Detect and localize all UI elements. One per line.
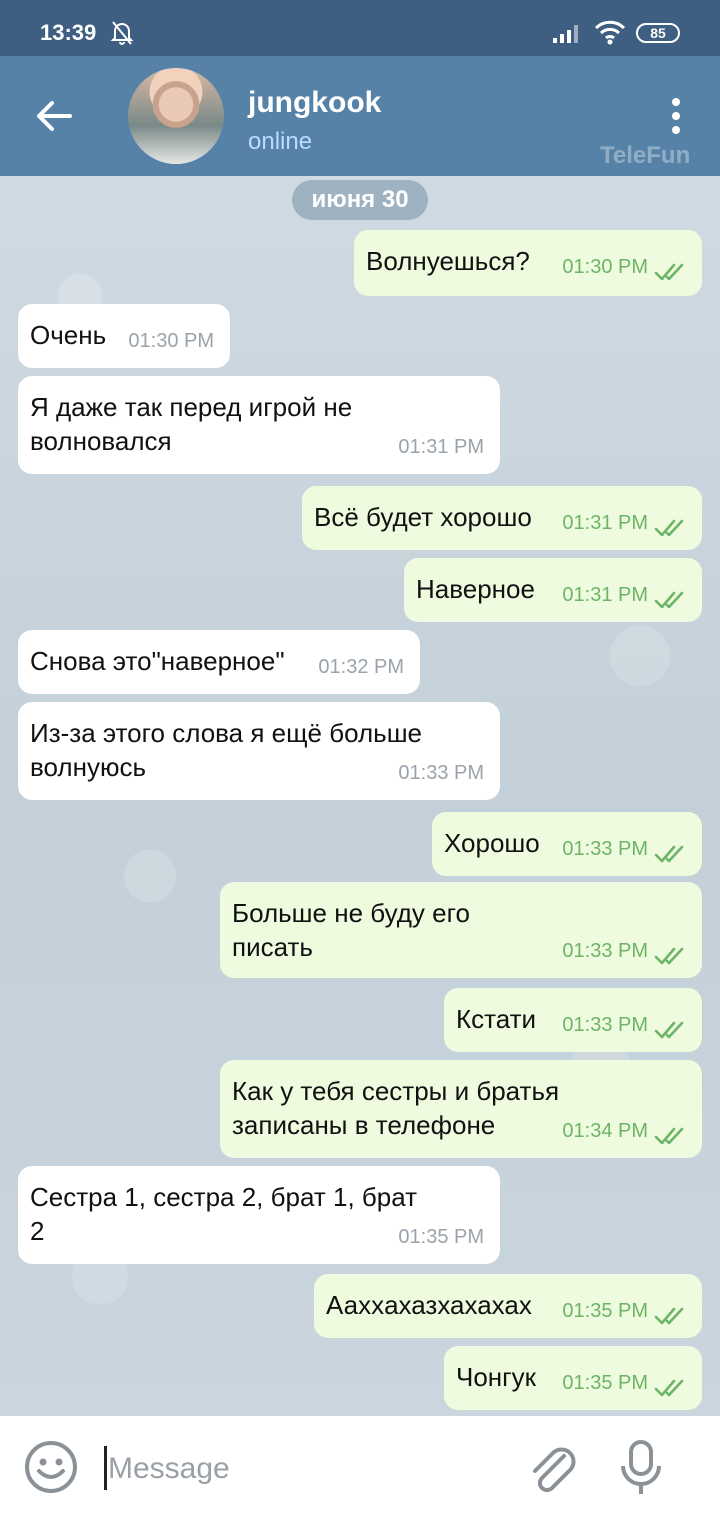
emoji-icon[interactable] bbox=[24, 1440, 78, 1494]
status-bar: 13:39 85 bbox=[0, 0, 720, 56]
message-time: 01:35 PM bbox=[562, 1300, 648, 1322]
message-text: Чонгук bbox=[456, 1360, 536, 1394]
outgoing-message[interactable]: Хорошо 01:33 PM bbox=[432, 812, 702, 876]
message-time: 01:34 PM bbox=[562, 1120, 648, 1142]
message-text: Снова это"наверное" bbox=[30, 644, 285, 678]
incoming-message[interactable]: Сестра 1, сестра 2, брат 1, брат 2 01:35 P… bbox=[18, 1166, 500, 1264]
message-text-line: 2 bbox=[30, 1216, 45, 1246]
incoming-message[interactable]: Снова это"наверное" 01:32 PM bbox=[18, 630, 420, 694]
message-time: 01:33 PM bbox=[398, 762, 484, 784]
message-text: Кстати bbox=[456, 1002, 536, 1036]
message-text: Всё будет хорошо bbox=[314, 500, 532, 534]
incoming-message[interactable]: Из-за этого слова я ещё больше волнуюсь 01… bbox=[18, 702, 500, 800]
contact-name[interactable]: jungkook bbox=[248, 86, 381, 120]
message-time: 01:32 PM bbox=[318, 656, 404, 678]
read-check-icon bbox=[654, 258, 686, 281]
watermark: TeleFun bbox=[600, 142, 691, 169]
incoming-message[interactable]: Очень 01:30 PM bbox=[18, 304, 230, 368]
message-text: Наверное bbox=[416, 572, 535, 606]
attach-icon[interactable] bbox=[526, 1438, 580, 1498]
message-time: 01:33 PM bbox=[562, 838, 648, 860]
message-text-line: Больше не буду его bbox=[232, 898, 470, 928]
read-check-icon bbox=[654, 1374, 686, 1397]
message-time: 01:35 PM bbox=[562, 1372, 648, 1394]
outgoing-message[interactable]: Кстати 01:33 PM bbox=[444, 988, 702, 1052]
read-check-icon bbox=[654, 514, 686, 537]
message-text-line: Кстати bbox=[456, 1004, 537, 1034]
message-time: 01:30 PM bbox=[562, 256, 648, 278]
text-cursor bbox=[104, 1446, 107, 1490]
message-text-line: Я даже так перед игрой не bbox=[30, 392, 353, 422]
message-text: Очень bbox=[30, 318, 106, 352]
read-check-icon bbox=[654, 1302, 686, 1325]
back-arrow-icon[interactable] bbox=[34, 96, 74, 136]
signal-icon bbox=[552, 22, 584, 49]
message-text: Аахxахазхахахах bbox=[326, 1288, 532, 1322]
message-time: 01:33 PM bbox=[562, 940, 648, 962]
message-text-line: Наверное bbox=[416, 574, 535, 604]
wifi-icon bbox=[594, 20, 626, 51]
message-text-line: Всё будет хорошо bbox=[314, 502, 532, 532]
message-text: Я даже так перед игрой не волновался bbox=[30, 390, 352, 458]
message-time: 01:35 PM bbox=[398, 1226, 484, 1248]
message-text: Больше не буду его писать bbox=[232, 896, 470, 964]
message-text: Из-за этого слова я ещё больше волнуюсь bbox=[30, 716, 422, 784]
outgoing-message[interactable]: Как у тебя сестры и братья записаны в тел… bbox=[220, 1060, 702, 1158]
microphone-icon[interactable] bbox=[618, 1438, 664, 1498]
message-text-line: Волнуешься? bbox=[366, 246, 530, 276]
message-time: 01:31 PM bbox=[562, 512, 648, 534]
message-text-line: Чонгук bbox=[456, 1362, 537, 1392]
message-text: Хорошо bbox=[444, 826, 540, 860]
message-text-line: Аахxахазхахахах bbox=[326, 1290, 532, 1320]
message-list[interactable]: июня 30 Волнуешься? 01:30 PM Очень 01:30 PM… bbox=[0, 176, 720, 1416]
date-separator: июня 30 bbox=[292, 180, 428, 220]
read-check-icon bbox=[654, 1016, 686, 1039]
message-text: Сестра 1, сестра 2, брат 1, брат 2 bbox=[30, 1180, 417, 1248]
outgoing-message[interactable]: Аахxахазхахахах 01:35 PM bbox=[314, 1274, 702, 1338]
contact-status: online bbox=[248, 128, 313, 155]
message-text-line: Сестра 1, сестра 2, брат 1, брат bbox=[30, 1182, 418, 1212]
outgoing-message[interactable]: Наверное 01:31 PM bbox=[404, 558, 702, 622]
message-time: 01:31 PM bbox=[562, 584, 648, 606]
message-text-line: Снова это"наверное" bbox=[30, 646, 285, 676]
outgoing-message[interactable]: Волнуешься? 01:30 PM bbox=[354, 230, 702, 296]
message-text: Волнуешься? bbox=[366, 244, 530, 278]
message-text-line: писать bbox=[232, 932, 313, 962]
message-text: Как у тебя сестры и братья записаны в тел… bbox=[232, 1074, 559, 1142]
more-options-icon[interactable] bbox=[662, 96, 690, 136]
message-text-line: записаны в телефоне bbox=[232, 1110, 496, 1140]
avatar[interactable] bbox=[128, 68, 224, 164]
status-time: 13:39 bbox=[40, 20, 97, 45]
message-text-line: Как у тебя сестры и братья bbox=[232, 1076, 560, 1106]
message-text-line: Из-за этого слова я ещё больше bbox=[30, 718, 423, 748]
message-time: 01:30 PM bbox=[128, 330, 214, 352]
outgoing-message[interactable]: Больше не буду его писать 01:33 PM bbox=[220, 882, 702, 978]
message-text-line: Хорошо bbox=[444, 828, 540, 858]
message-text-line: волнуюсь bbox=[30, 752, 146, 782]
message-time: 01:33 PM bbox=[562, 1014, 648, 1036]
read-check-icon bbox=[654, 942, 686, 965]
message-input[interactable]: Message bbox=[108, 1452, 230, 1486]
muted-bell-icon bbox=[110, 20, 134, 51]
read-check-icon bbox=[654, 1122, 686, 1145]
read-check-icon bbox=[654, 840, 686, 863]
message-input-bar: Message bbox=[0, 1416, 720, 1520]
incoming-message[interactable]: Я даже так перед игрой не волновался 01:31… bbox=[18, 376, 500, 474]
read-check-icon bbox=[654, 586, 686, 609]
message-text-line: Очень bbox=[30, 320, 107, 350]
message-text-line: волновался bbox=[30, 426, 172, 456]
outgoing-message[interactable]: Чонгук 01:35 PM bbox=[444, 1346, 702, 1410]
outgoing-message[interactable]: Всё будет хорошо 01:31 PM bbox=[302, 486, 702, 550]
message-time: 01:31 PM bbox=[398, 436, 484, 458]
battery-indicator: 85 bbox=[636, 23, 680, 43]
